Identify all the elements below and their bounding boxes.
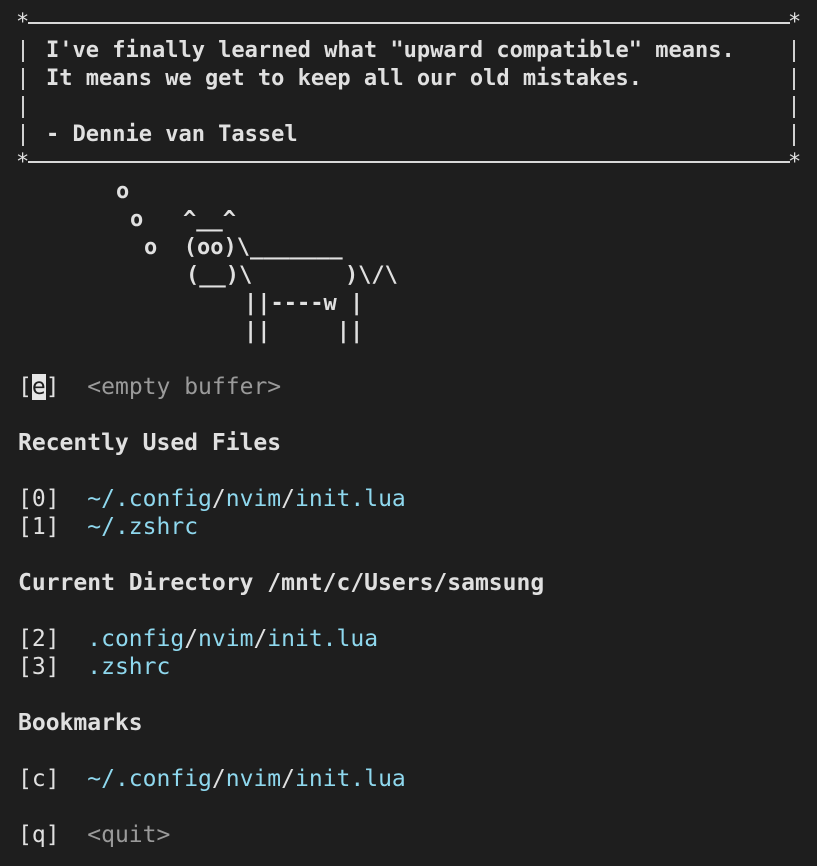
path-file: .zshrc <box>114 514 199 540</box>
path-dir: .config <box>114 766 212 792</box>
path-file: init.lua <box>295 766 406 792</box>
cow-thought-2: o ^__^ <box>130 207 236 232</box>
item-key: [c] <box>18 766 60 792</box>
cow-legs-2: || || <box>244 319 364 344</box>
empty-buffer-label: <empty buffer> <box>87 374 282 400</box>
cow-thought-1: o <box>116 179 130 204</box>
recent-files-header: Recently Used Files <box>18 430 282 456</box>
box-corner-bottom-left: * <box>16 150 30 175</box>
cow-legs-1: ||----w | <box>244 291 364 316</box>
box-corner-top-right: * <box>788 10 802 35</box>
path-dir: nvim <box>225 766 282 792</box>
box-right-border <box>793 40 795 62</box>
directory-file-item[interactable]: [2] .config/nvim/init.lua <box>18 625 378 653</box>
box-left-border <box>22 68 24 90</box>
bookmark-item[interactable]: [c] ~/.config/nvim/init.lua <box>18 765 406 793</box>
cursor: e <box>31 374 46 400</box>
item-key: [1] <box>18 514 60 540</box>
path-prefix: ~/ <box>87 514 115 540</box>
directory-file-item[interactable]: [3] .zshrc <box>18 653 170 681</box>
bookmarks-header: Bookmarks <box>18 710 143 736</box>
box-top-border <box>28 22 790 24</box>
box-left-border <box>22 40 24 62</box>
box-left-border <box>22 96 24 118</box>
item-key: [0] <box>18 486 60 512</box>
box-right-border <box>793 96 795 118</box>
path-file: .zshrc <box>87 654 171 680</box>
quote-line-2: It means we get to keep all our old mist… <box>46 66 643 91</box>
path-file: init.lua <box>295 486 406 512</box>
item-key: [3] <box>18 654 60 680</box>
cow-thought-3: o (oo)\_______ <box>144 235 343 260</box>
quote-author: - Dennie van Tassel <box>46 122 298 147</box>
item-key: [2] <box>18 626 60 652</box>
path-dir: .config <box>87 626 185 652</box>
quit-entry[interactable]: [q] <quit> <box>18 821 170 849</box>
item-key: [q] <box>18 822 60 848</box>
path-prefix: ~/ <box>87 486 115 512</box>
path-file: init.lua <box>267 626 379 652</box>
cow-body-1: (__)\ )\/\ <box>186 263 398 288</box>
path-prefix: ~/ <box>87 766 115 792</box>
path-dir: nvim <box>225 486 282 512</box>
key-bracket: ] <box>45 374 60 400</box>
recent-file-item[interactable]: [1] ~/.zshrc <box>18 513 198 541</box>
box-right-border <box>793 68 795 90</box>
path-dir: nvim <box>198 626 254 652</box>
quit-label: <quit> <box>87 822 171 848</box>
path-dir: .config <box>114 486 212 512</box>
box-bottom-border <box>28 161 790 163</box>
quote-line-1: I've finally learned what "upward compat… <box>46 38 735 63</box>
box-left-border <box>22 124 24 146</box>
terminal: * * I've finally learned what "upward co… <box>0 0 817 866</box>
box-right-border <box>793 124 795 146</box>
empty-buffer-entry[interactable]: [e] <empty buffer> <box>18 373 281 401</box>
key-bracket: [ <box>18 374 32 400</box>
box-corner-bottom-right: * <box>788 150 802 175</box>
current-directory-header: Current Directory /mnt/c/Users/samsung <box>18 570 545 596</box>
recent-file-item[interactable]: [0] ~/.config/nvim/init.lua <box>18 485 406 513</box>
